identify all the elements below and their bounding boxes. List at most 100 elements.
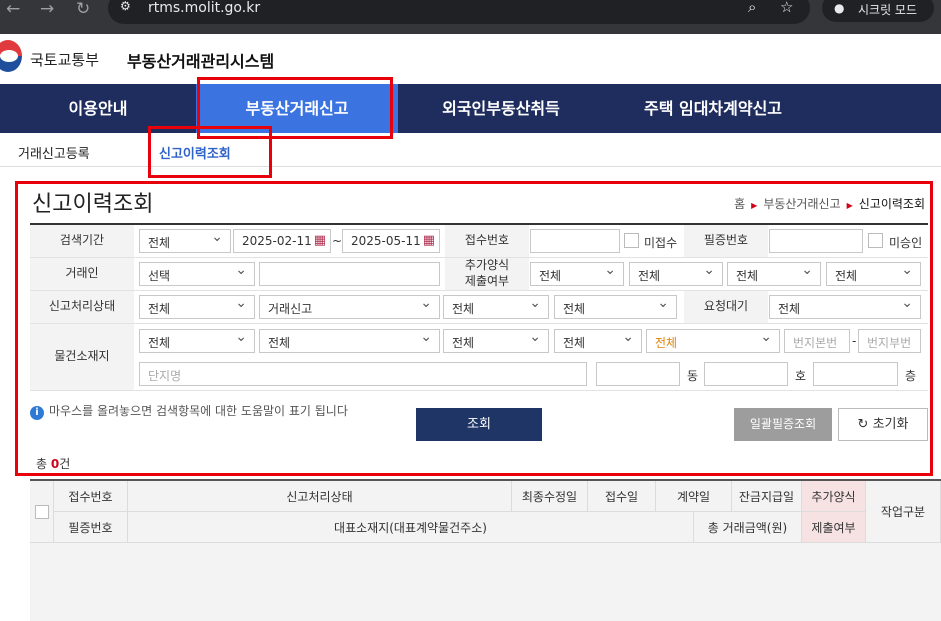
complex-name-input[interactable]: 단지명 (139, 362, 587, 386)
calendar-icon[interactable]: ▦ (314, 233, 326, 248)
location-select-district[interactable]: 전체 (443, 329, 549, 353)
floor-input[interactable] (813, 362, 898, 386)
trader-label: 거래인 (30, 258, 134, 290)
date-separator: ~ (332, 234, 343, 248)
status-select-1[interactable]: 전체 (139, 295, 255, 319)
nav-item-transaction-report[interactable]: 부동산거래신고 (196, 84, 398, 133)
incognito-badge[interactable]: ● 시크릿 모드 (822, 0, 934, 22)
receipt-no-label: 접수번호 (445, 225, 529, 257)
result-count: 총 0건 (36, 455, 70, 472)
breadcrumb-home[interactable]: 홈 (734, 197, 745, 211)
location-select-type[interactable]: 전체 (646, 329, 780, 353)
extra-form-label-line2: 제출여부 (464, 274, 510, 288)
site-settings-icon[interactable]: ⚙ (120, 0, 131, 13)
search-button[interactable]: 조회 (416, 408, 542, 441)
status-select-2[interactable]: 거래신고 (259, 295, 440, 319)
extra-form-label-line1: 추가양식 (464, 258, 510, 273)
col-work-type[interactable]: 작업구분 (866, 481, 941, 543)
col-total-amount[interactable]: 총 거래금액(원) (694, 512, 802, 543)
cert-no-label: 필증번호 (684, 225, 768, 257)
unapproved-checkbox[interactable] (868, 233, 883, 248)
period-select[interactable]: 전체 (139, 229, 231, 253)
breadcrumb-arrow-icon: ▶ (751, 201, 758, 210)
system-name[interactable]: 부동산거래관리시스템 (127, 48, 274, 72)
main-lot-input[interactable]: 번지본번 (784, 329, 850, 353)
trader-select[interactable]: 선택 (139, 262, 255, 286)
reload-icon[interactable]: ↻ (76, 0, 90, 22)
col-last-modified[interactable]: 최종수정일 (512, 481, 588, 512)
col-balance-date[interactable]: 잔금지급일 (732, 481, 802, 512)
breadcrumb-arrow-icon: ▶ (846, 201, 853, 210)
period-label: 검색기간 (30, 225, 134, 257)
extra-form-select-1[interactable]: 전체 (530, 262, 624, 286)
sub-lot-input[interactable]: 번지부번 (858, 329, 921, 353)
wait-select[interactable]: 전체 (769, 295, 921, 319)
count-suffix: 건 (59, 457, 71, 471)
trader-input[interactable] (259, 262, 440, 286)
status-select-3[interactable]: 전체 (443, 295, 549, 319)
extra-form-select-4[interactable]: 전체 (826, 262, 921, 286)
forward-icon[interactable]: → (40, 0, 54, 22)
url-text: rtms.molit.go.kr (148, 0, 261, 16)
main-nav: 이용안내 부동산거래신고 외국인부동산취득 주택 임대차계약신고 (0, 84, 941, 133)
sub-nav-register[interactable]: 거래신고등록 (18, 143, 90, 162)
status-label: 신고처리상태 (30, 291, 134, 323)
dong-input[interactable] (596, 362, 680, 386)
calendar-icon[interactable]: ▦ (423, 233, 435, 248)
date-from-input[interactable]: 2025-02-11 ▦ (233, 229, 331, 253)
date-from-value: 2025-02-11 (242, 234, 312, 248)
zoom-icon[interactable]: ⌕ (748, 0, 756, 16)
ministry-logo-icon[interactable] (0, 40, 22, 72)
col-contract-date[interactable]: 계약일 (656, 481, 732, 512)
sub-nav-history[interactable]: 신고이력조회 (159, 143, 231, 162)
reset-label: 초기화 (872, 417, 909, 432)
row-divider (30, 323, 928, 324)
location-select-village[interactable]: 전체 (554, 329, 642, 353)
nav-item-guide[interactable]: 이용안내 (0, 84, 196, 133)
col-address[interactable]: 대표소재지(대표계약물건주소) (128, 512, 694, 543)
select-all-checkbox[interactable] (34, 504, 49, 519)
col-receipt-date[interactable]: 접수일 (588, 481, 656, 512)
count-value: 0 (50, 457, 60, 471)
wait-label: 요청대기 (684, 291, 768, 323)
row-divider (30, 290, 928, 291)
lot-separator: - (852, 334, 857, 348)
col-submitted[interactable]: 제출여부 (802, 512, 866, 543)
nav-item-foreigner-acquisition[interactable]: 외국인부동산취득 (398, 84, 604, 133)
nav-item-lease-report[interactable]: 주택 임대차계약신고 (604, 84, 822, 133)
floor-label: 층 (905, 369, 917, 383)
extra-form-label: 추가양식 제출여부 (445, 258, 529, 290)
col-status[interactable]: 신고처리상태 (128, 481, 512, 512)
reset-button[interactable]: ↻ 초기화 (838, 408, 928, 441)
ministry-name[interactable]: 국토교통부 (30, 49, 99, 70)
col-receipt-no[interactable]: 접수번호 (54, 481, 128, 512)
extra-form-select-2[interactable]: 전체 (629, 262, 723, 286)
page-title: 신고이력조회 (32, 192, 154, 217)
cert-no-input[interactable] (769, 229, 863, 253)
help-text: i 마우스를 올려놓으면 검색항목에 대한 도움말이 표기 됩니다 (30, 402, 348, 420)
ho-label: 호 (795, 369, 807, 383)
back-icon[interactable]: ← (6, 0, 20, 22)
row-divider (30, 390, 928, 391)
unapproved-label: 미승인 (889, 236, 923, 250)
breadcrumb-section[interactable]: 부동산거래신고 (763, 197, 840, 211)
extra-form-select-3[interactable]: 전체 (727, 262, 821, 286)
sub-nav: 거래신고등록 신고이력조회 (0, 133, 941, 167)
unreceived-label: 미접수 (644, 236, 678, 250)
receipt-no-input[interactable] (530, 229, 620, 253)
bulk-cert-button[interactable]: 일괄필증조회 (734, 408, 832, 441)
col-cert-no[interactable]: 필증번호 (54, 512, 128, 543)
bookmark-star-icon[interactable]: ☆ (780, 0, 793, 16)
browser-toolbar: ← → ↻ ⚙ rtms.molit.go.kr ⌕ ☆ ● 시크릿 모드 (0, 0, 941, 34)
col-extra-form[interactable]: 추가양식 (802, 481, 866, 512)
unreceived-checkbox[interactable] (624, 233, 639, 248)
dong-label: 동 (687, 369, 699, 383)
address-bar[interactable]: ⚙ rtms.molit.go.kr ⌕ ☆ (108, 0, 810, 24)
location-select-province[interactable]: 전체 (139, 329, 255, 353)
ho-input[interactable] (704, 362, 788, 386)
info-icon: i (30, 406, 44, 420)
date-to-value: 2025-05-11 (351, 234, 421, 248)
date-to-input[interactable]: 2025-05-11 ▦ (342, 229, 440, 253)
status-select-4[interactable]: 전체 (554, 295, 677, 319)
location-select-city[interactable]: 전체 (259, 329, 440, 353)
